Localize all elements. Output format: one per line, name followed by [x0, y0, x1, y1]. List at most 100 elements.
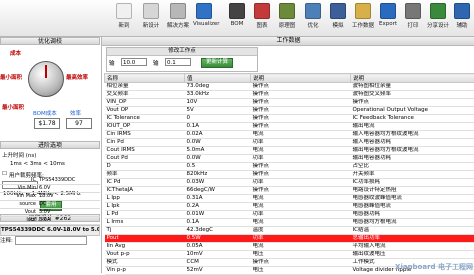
table-row[interactable]: Vout p-p10mV电压输出纹波电压	[105, 251, 474, 259]
table-cell: ICThetaJA	[105, 187, 185, 195]
table-row[interactable]: Cin Pd0.0W功率输入电容器功耗	[105, 139, 474, 147]
table-cell: Cout Pd	[105, 155, 185, 163]
table-cell: IC Pd	[105, 179, 185, 187]
toolbar-button-design[interactable]: 新设计	[140, 2, 162, 34]
table-cell: 820kHz	[185, 171, 251, 179]
toolbar-button-new[interactable]: 新到	[113, 2, 135, 34]
table-cell: 操作点	[251, 259, 351, 267]
advanced-header: 进阶选项	[0, 141, 100, 149]
table-row[interactable]: Cout IRMS5.0mA电流输出电容器均方根纹波电流	[105, 147, 474, 155]
table-cell: 总输出功率	[351, 235, 474, 243]
simulate-icon	[330, 3, 346, 19]
toolbar-button-schematic[interactable]: 原理图	[276, 2, 298, 34]
table-cell: 0.5W	[185, 235, 251, 243]
toolbar-button-print[interactable]: 打印	[402, 2, 424, 34]
chart-icon	[254, 3, 270, 19]
toolbar-button-solution[interactable]: 解决方案	[167, 2, 189, 34]
table-cell: 平均输入电流	[351, 243, 474, 251]
toolbar-label: 解决方案	[167, 21, 189, 29]
optimize-knob[interactable]	[28, 61, 64, 97]
table-cell: 0.01W	[185, 211, 251, 219]
table-row[interactable]: Cout Pd0.0W功率输出电容器功耗	[105, 155, 474, 163]
work-data-header: 工作数据	[102, 37, 474, 46]
list-item: Vin Min6.0V	[0, 185, 100, 193]
table-cell: 电流	[251, 243, 351, 251]
table-row[interactable]: VIN_OP10V操作点操作点	[105, 99, 474, 107]
table-cell: 0.0W	[185, 155, 251, 163]
table-row[interactable]: Cin IRMS0.02A电流输入电容器均方根纹波电流	[105, 131, 474, 139]
table-row[interactable]: IC Tolerance0操作点IC Feedback Tolerance	[105, 115, 474, 123]
table-row[interactable]: D0.5操作点占空比	[105, 163, 474, 171]
bom-cost-value: $1.78	[34, 118, 60, 129]
column-header[interactable]: 名称	[105, 74, 185, 83]
table-cell: 0.5	[185, 163, 251, 171]
knob-label-left: 最小面积	[0, 73, 22, 81]
table-cell: 0.31A	[185, 195, 251, 203]
toolbar-button-export[interactable]: Export	[377, 2, 399, 34]
table-row[interactable]: 相位余量73.0deg操作点波特图相位余量	[105, 83, 474, 91]
visualizer-icon	[196, 3, 212, 19]
toolbar-label: 新设计	[140, 21, 162, 29]
table-cell: 5.0mA	[185, 147, 251, 155]
column-header[interactable]: 说明	[251, 74, 351, 83]
table-cell: 输入电容器均方根纹波电流	[351, 131, 474, 139]
update-calc-button[interactable]: 更新计算	[201, 58, 233, 68]
table-cell: 5V	[185, 107, 251, 115]
table-cell: 操作点	[251, 163, 351, 171]
knob-label-bottom: 最小面积	[2, 103, 24, 111]
table-row[interactable]: L Pd0.01W功率电感器功耗	[105, 211, 474, 219]
table-cell: VIN_OP	[105, 99, 185, 107]
optimize-icon	[305, 3, 321, 19]
table-cell: 73.0deg	[185, 83, 251, 91]
table-row[interactable]: Vout OP5V操作点Operational Output Voltage	[105, 107, 474, 115]
table-row[interactable]: 交叉频率33.0kHz操作点波特图交叉频率	[105, 91, 474, 99]
toolbar-button-chart[interactable]: 图表	[251, 2, 273, 34]
new-icon	[116, 3, 132, 19]
table-cell: 0.0W	[185, 139, 251, 147]
table-cell: L Ipk	[105, 203, 185, 211]
table-row[interactable]: L Ipk0.2A电流电感器峰值电流	[105, 203, 474, 211]
iout-input[interactable]: 0.1	[165, 58, 191, 66]
toolbar-label: 原理图	[276, 21, 298, 29]
help-icon	[454, 3, 470, 19]
column-header[interactable]: 说明	[351, 74, 474, 83]
table-cell: D	[105, 163, 185, 171]
table-row[interactable]: IOUT_OP0.1A操作点输出电流	[105, 123, 474, 131]
toolbar-button-data[interactable]: 工作数据	[352, 2, 374, 34]
table-row[interactable]: IC Pd0.03W功率IC功率损耗	[105, 179, 474, 187]
notes-input[interactable]	[15, 236, 87, 245]
table-cell: 占空比	[351, 163, 474, 171]
design-icon	[143, 3, 159, 19]
table-cell: 电流	[251, 203, 351, 211]
left-panel: 优化调校 成本 最小面积 最高效率 最小面积 BOM成本 效率 $1.78 97…	[0, 37, 100, 273]
list-item: sourceDC	[0, 201, 100, 209]
toolbar-label: 打印	[402, 21, 424, 29]
table-cell: 输出电容器均方根纹波电流	[351, 147, 474, 155]
toolbar-label: 工作数据	[352, 21, 374, 29]
table-cell: 波特图相位余量	[351, 83, 474, 91]
table-cell: 输出电流	[351, 123, 474, 131]
table-row[interactable]: 频率820kHz操作点开关频率	[105, 171, 474, 179]
table-row[interactable]: L Ipp0.31A电流电感器纹波峰值电流	[105, 195, 474, 203]
toolbar-button-bom[interactable]: BOM	[226, 2, 248, 34]
list-item: Vin Max18.0V	[0, 193, 100, 201]
table-row[interactable]: Tj42.3degC温度IC结温	[105, 227, 474, 235]
toolbar-label: 图表	[251, 21, 273, 29]
toolbar-button-simulate[interactable]: 模拟	[327, 2, 349, 34]
ripple-label: 上升时间 (ns)	[2, 151, 36, 159]
schematic-icon	[279, 3, 295, 19]
table-row[interactable]: L Irms0.1A电流电感器均方根电流	[105, 219, 474, 227]
toolbar-button-visualizer[interactable]: Visualizer	[193, 2, 215, 34]
toolbar-button-optimize[interactable]: 优化	[302, 2, 324, 34]
column-header[interactable]: 值	[185, 74, 251, 83]
vin-input[interactable]: 10.0	[121, 58, 147, 66]
toolbar-button-share[interactable]: 分享设计	[427, 2, 449, 34]
table-cell: IC功率损耗	[351, 179, 474, 187]
table-cell: IOUT_OP	[105, 123, 185, 131]
toolbar-button-help[interactable]: 辅助	[451, 2, 473, 34]
table-row[interactable]: Iin Avg0.05A电流平均输入电流	[105, 243, 474, 251]
table-row[interactable]: Pout0.5W功率总输出功率	[105, 235, 474, 243]
table-cell: 功率	[251, 211, 351, 219]
table-cell: 电压	[251, 251, 351, 259]
table-row[interactable]: ICThetaJA66degC/W操作点电路设计特定热阻	[105, 187, 474, 195]
